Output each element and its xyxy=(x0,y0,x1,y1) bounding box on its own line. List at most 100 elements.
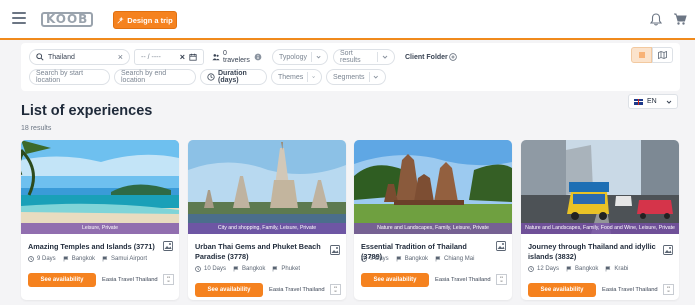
cart-icon[interactable] xyxy=(673,12,687,26)
agency-name: Easia Travel Thailand xyxy=(269,287,325,293)
see-availability-button[interactable]: See availability xyxy=(528,283,596,297)
flag-end-icon xyxy=(435,256,441,262)
sort-select[interactable]: Sort results xyxy=(333,49,395,65)
start-location-placeholder: Search by start location xyxy=(36,70,84,84)
date-field[interactable]: -- / ---- × xyxy=(134,49,204,65)
experience-tags: Leisure, Private xyxy=(21,223,179,234)
client-folder-button[interactable]: Client Folder xyxy=(399,49,463,65)
clear-destination-icon[interactable]: × xyxy=(118,52,123,62)
gallery-icon[interactable] xyxy=(163,241,173,251)
page-title: List of experiences xyxy=(21,103,153,119)
clear-date-icon[interactable]: × xyxy=(180,52,185,62)
experience-duration: 12 Days xyxy=(537,266,560,272)
calendar-icon[interactable] xyxy=(189,53,197,61)
experience-start: Bangkok xyxy=(71,256,96,262)
duration-label: Duration (days) xyxy=(218,70,247,84)
experience-end: Samui Airport xyxy=(111,256,148,262)
experience-card[interactable]: Leisure, Private Amazing Temples and Isl… xyxy=(21,140,179,300)
agency-name: Easia Travel Thailand xyxy=(102,277,158,283)
logo-text: KOOB xyxy=(41,11,94,27)
agency-logo: ▪▫▪ ▫▪▫ xyxy=(496,274,507,285)
search-icon xyxy=(36,53,44,61)
experience-start: Bangkok xyxy=(242,266,266,272)
agency-logo: ▪▫▪ ▫▪▫ xyxy=(163,274,174,285)
experience-tags: Nature and Landscapes, Family, Food and … xyxy=(521,223,679,234)
agency-logo: ▪▫▪ ▫▪▫ xyxy=(330,284,341,295)
map-view-button[interactable] xyxy=(652,47,673,63)
experience-tags: Nature and Landscapes, Family, Leisure, … xyxy=(354,223,512,234)
gallery-icon[interactable] xyxy=(330,245,340,255)
experience-card[interactable]: Nature and Landscapes, Family, Leisure, … xyxy=(354,140,512,300)
language-select[interactable]: EN xyxy=(628,94,678,109)
see-availability-button[interactable]: See availability xyxy=(28,273,96,287)
duration-filter[interactable]: Duration (days) xyxy=(200,69,267,85)
flag-end-icon xyxy=(273,266,278,272)
design-trip-button[interactable]: Design a trip xyxy=(113,11,177,29)
info-icon[interactable] xyxy=(254,53,262,61)
experience-meta: 12 Days Bangkok Krabi xyxy=(528,266,628,272)
experience-meta: 9 Days Bangkok Chiang Mai xyxy=(361,256,474,262)
clock-icon xyxy=(195,266,201,272)
travelers-icon xyxy=(212,54,220,61)
segments-select[interactable]: Segments xyxy=(326,69,386,85)
language-label: EN xyxy=(647,98,657,105)
segments-label: Segments xyxy=(333,73,365,81)
experience-duration: 9 Days xyxy=(37,256,56,262)
map-icon xyxy=(658,51,667,59)
experience-start: Bangkok xyxy=(575,266,599,272)
chevron-down-icon xyxy=(382,55,388,59)
magic-icon xyxy=(117,16,124,24)
client-folder-label: Client Folder xyxy=(405,53,448,61)
design-trip-label: Design a trip xyxy=(127,15,173,25)
end-location-field[interactable]: Search by end location xyxy=(114,69,196,85)
experience-duration: 10 Days xyxy=(204,266,227,272)
experience-meta: 9 Days Bangkok Samui Airport xyxy=(28,256,147,262)
themes-select[interactable]: Themes xyxy=(271,69,322,85)
list-icon xyxy=(638,52,645,58)
add-circle-icon xyxy=(449,53,457,61)
agency-logo: ▪▫▪ ▫▪▫ xyxy=(663,284,674,295)
flag-start-icon xyxy=(566,266,572,272)
experience-card[interactable]: City and shopping, Family, Leisure, Priv… xyxy=(188,140,346,300)
see-availability-button[interactable]: See availability xyxy=(195,283,263,297)
travelers-label: 0 travelers xyxy=(223,50,250,64)
gallery-icon[interactable] xyxy=(496,241,506,251)
experience-start: Bangkok xyxy=(404,256,429,262)
chevron-down-icon xyxy=(666,100,672,104)
bell-icon[interactable] xyxy=(650,13,662,26)
experience-photo-ruins xyxy=(354,140,512,234)
menu-icon[interactable] xyxy=(12,12,26,24)
start-location-field[interactable]: Search by start location xyxy=(29,69,110,85)
clock-icon xyxy=(28,256,34,262)
typology-select[interactable]: Typology xyxy=(272,49,328,65)
gallery-icon[interactable] xyxy=(663,245,673,255)
destination-search-field[interactable]: Thailand × xyxy=(29,49,130,65)
sort-label: Sort results xyxy=(340,50,361,64)
uk-flag-icon xyxy=(634,98,643,105)
destination-value: Thailand xyxy=(48,53,75,61)
experience-title[interactable]: Amazing Temples and Islands (3771) xyxy=(28,242,156,252)
date-placeholder: -- / ---- xyxy=(141,53,161,61)
clock-icon xyxy=(361,256,367,262)
flag-start-icon xyxy=(233,266,239,272)
experience-meta: 10 Days Bangkok Phuket xyxy=(195,266,300,272)
see-availability-button[interactable]: See availability xyxy=(361,273,429,287)
top-bar: KOOB Design a trip xyxy=(0,0,695,40)
experience-tags: City and shopping, Family, Leisure, Priv… xyxy=(188,223,346,234)
flag-start-icon xyxy=(63,256,69,262)
flag-end-icon xyxy=(102,256,108,262)
experience-title[interactable]: Journey through Thailand and idyllic isl… xyxy=(528,242,656,262)
results-count: 18 results xyxy=(21,125,52,132)
chevron-down-icon xyxy=(312,76,315,78)
experience-photo-beach xyxy=(21,140,179,234)
chevron-down-icon xyxy=(316,55,321,59)
list-view-button[interactable] xyxy=(631,47,652,63)
experience-end: Krabi xyxy=(614,266,629,272)
experience-photo-street xyxy=(521,140,679,234)
end-location-placeholder: Search by end location xyxy=(121,70,167,84)
experience-card[interactable]: Nature and Landscapes, Family, Food and … xyxy=(521,140,679,300)
experience-title[interactable]: Urban Thai Gems and Phuket Beach Paradis… xyxy=(195,242,323,262)
logo[interactable]: KOOB xyxy=(41,11,94,27)
travelers-selector[interactable]: 0 travelers xyxy=(206,49,268,65)
flag-start-icon xyxy=(396,256,402,262)
